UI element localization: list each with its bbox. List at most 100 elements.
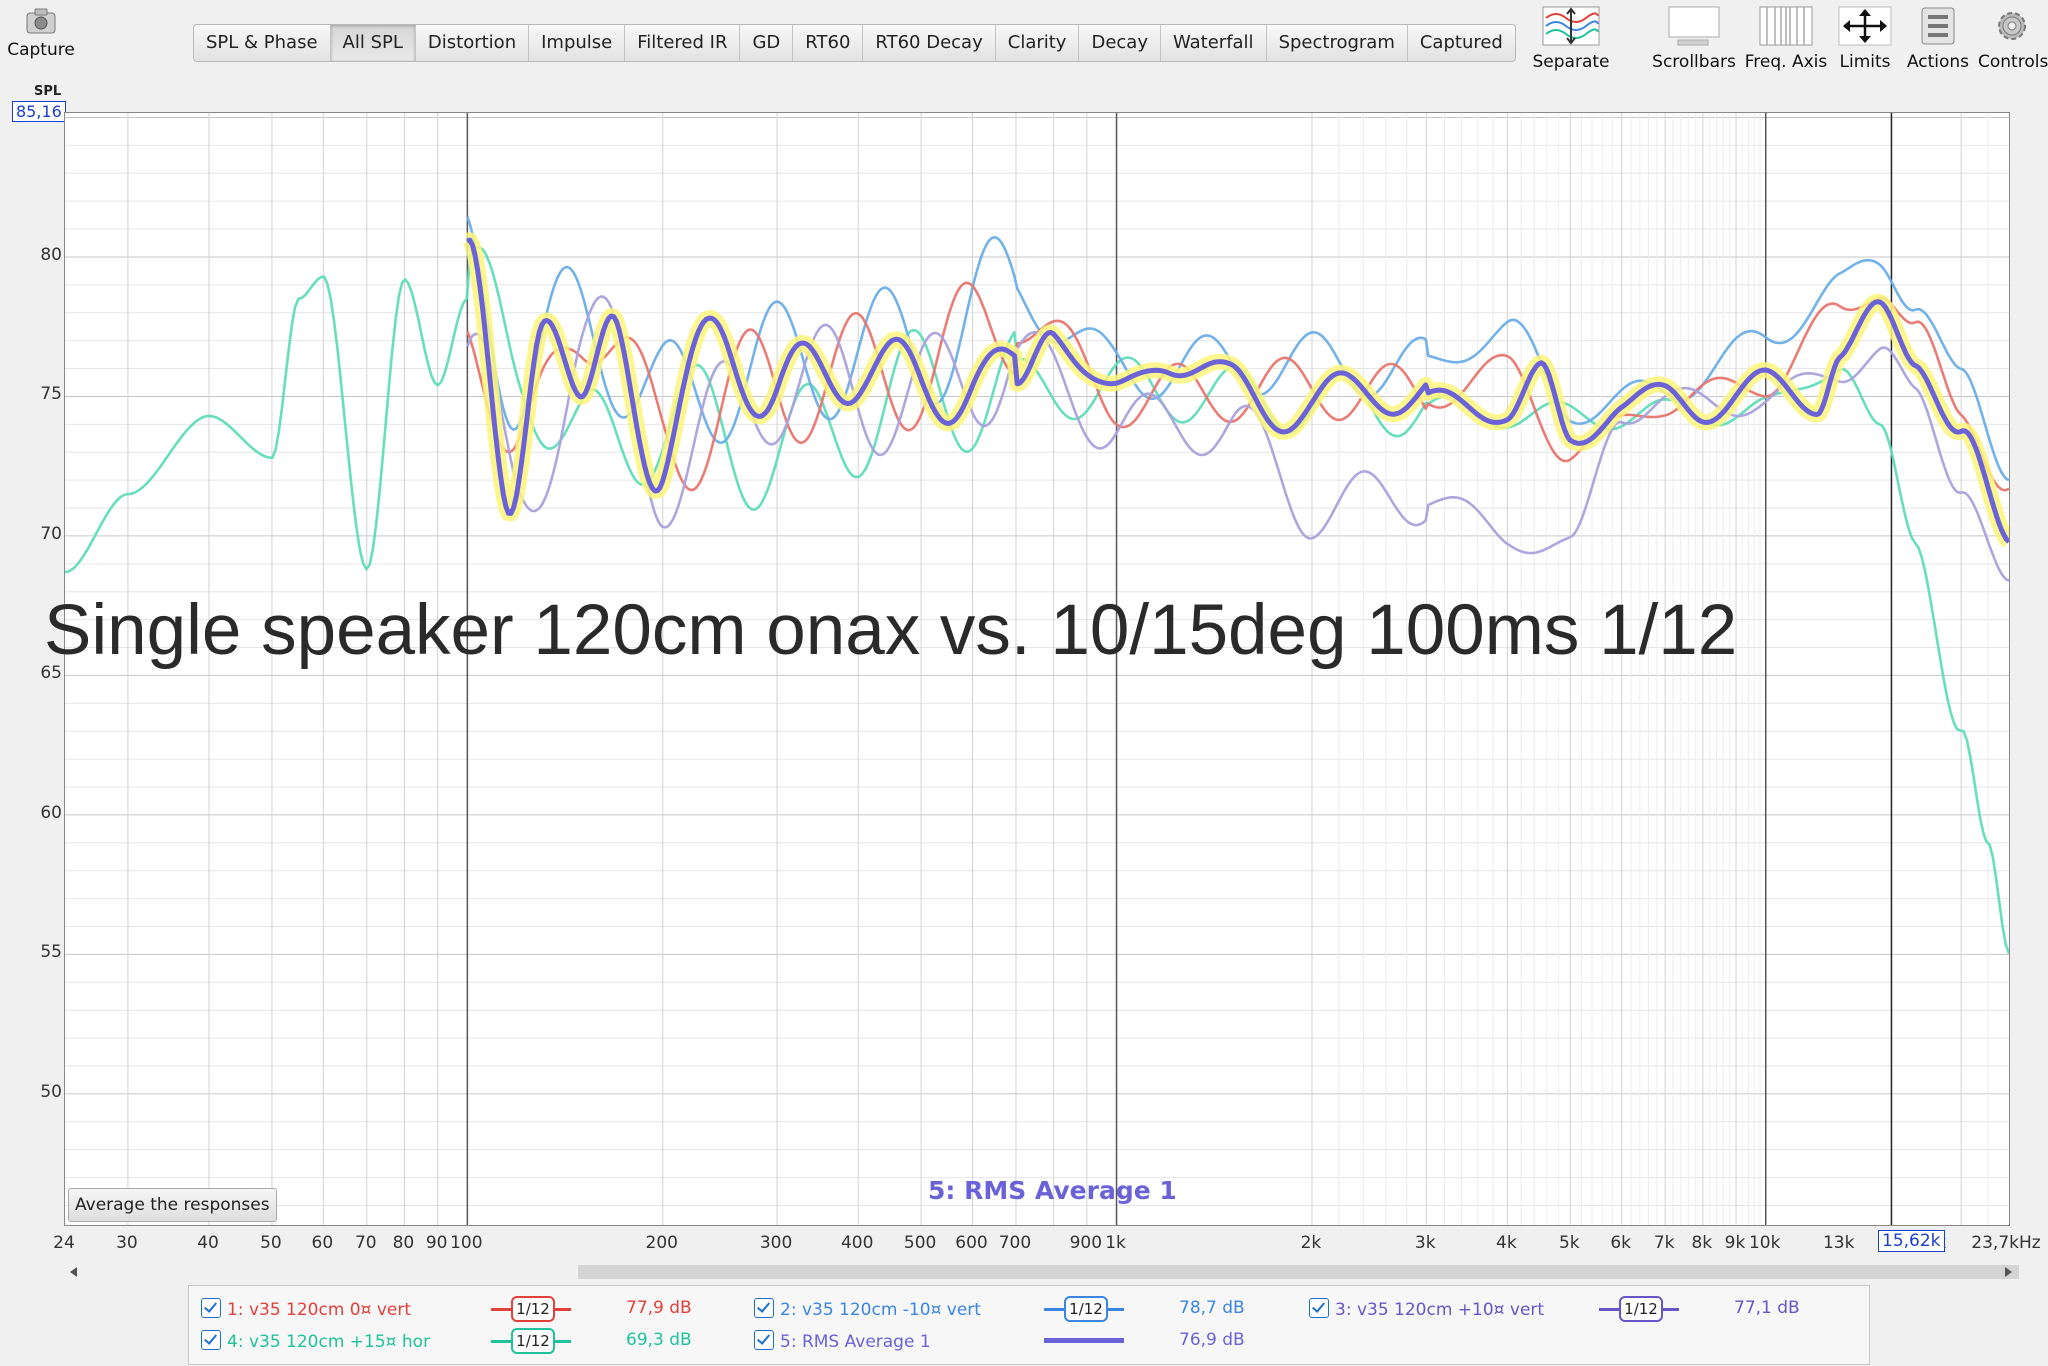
tab-rt60-decay[interactable]: RT60 Decay [863, 25, 996, 61]
x-tick-label: 400 [840, 1233, 874, 1253]
tab-spl-phase[interactable]: SPL & Phase [194, 25, 331, 61]
x-tick-label: 700 [998, 1233, 1032, 1253]
tab-decay[interactable]: Decay [1079, 25, 1161, 61]
smoothing-indicator[interactable]: 1/12 [1044, 1296, 1124, 1322]
scrollbars-label: Scrollbars [1652, 52, 1736, 72]
scrollbar-thumb[interactable] [578, 1265, 2022, 1279]
freq-axis-button[interactable]: Freq. Axis [1744, 6, 1828, 72]
scrollbars-icon [1668, 6, 1720, 46]
x-tick-label: 7k [1653, 1233, 1675, 1253]
y-tick-label: 80 [40, 244, 62, 265]
tab-clarity[interactable]: Clarity [995, 25, 1080, 61]
legend-checkbox[interactable] [1309, 1298, 1329, 1318]
smoothing-box: 1/12 [1619, 1296, 1663, 1322]
legend-checkbox[interactable] [754, 1298, 774, 1318]
legend-item[interactable]: 3: v35 120cm +10¤ vert [1309, 1298, 1544, 1320]
legend-checkbox[interactable] [201, 1330, 221, 1350]
actions-menu-icon [1921, 7, 1955, 45]
tab-all-spl[interactable]: All SPL [330, 25, 416, 61]
x-tick-label: 90 [425, 1233, 448, 1253]
legend-label: 5: RMS Average 1 [780, 1332, 931, 1352]
legend-item[interactable]: 5: RMS Average 1 [754, 1330, 931, 1352]
x-tick-label: 3k [1414, 1233, 1436, 1253]
tab-spectrogram[interactable]: Spectrogram [1266, 25, 1408, 61]
smoothing-indicator[interactable]: 1/12 [491, 1296, 571, 1322]
scrollbars-button[interactable]: Scrollbars [1650, 6, 1738, 72]
x-tick-label: 200 [645, 1233, 678, 1253]
limits-label: Limits [1839, 52, 1891, 72]
legend-panel: 1: v35 120cm 0¤ vert 1/12 77,9 dB 2: v35 12… [188, 1285, 1870, 1365]
smoothing-box: 1/12 [511, 1328, 555, 1354]
actions-button[interactable]: Actions [1900, 6, 1976, 72]
x-tick-label: 9k [1724, 1233, 1746, 1253]
x-tick-label: 30 [116, 1233, 138, 1253]
x-tick-label: 50 [260, 1233, 282, 1253]
freq-axis-label: Freq. Axis [1744, 52, 1828, 72]
gear-icon [1998, 12, 2026, 40]
capture-label: Capture [7, 40, 75, 60]
legend-value: 76,9 dB [1179, 1330, 1245, 1350]
tab-impulse[interactable]: Impulse [529, 25, 626, 61]
tab-waterfall[interactable]: Waterfall [1160, 25, 1267, 61]
x-tick-label: 24 [53, 1233, 75, 1253]
tab-captured[interactable]: Captured [1407, 25, 1515, 61]
y-tick-label: 75 [40, 384, 62, 405]
capture-button[interactable]: Capture [6, 8, 76, 60]
legend-checkbox[interactable] [201, 1298, 221, 1318]
y-tick-label: 60 [40, 802, 62, 823]
legend-value: 69,3 dB [626, 1330, 692, 1350]
x-tick-label: 900 [1069, 1233, 1103, 1253]
tab-rt60[interactable]: RT60 [793, 25, 864, 61]
overlay-title: Single speaker 120cm onax vs. 10/15deg 1… [44, 591, 1738, 670]
x-tick-label: 8k [1691, 1233, 1713, 1253]
smoothing-box: 1/12 [1064, 1296, 1108, 1322]
legend-item[interactable]: 4: v35 120cm +15¤ hor [201, 1330, 430, 1352]
smoothing-indicator[interactable] [1044, 1328, 1124, 1354]
x-tick-label: 5k [1558, 1233, 1580, 1253]
x-tick-label: 80 [392, 1233, 415, 1253]
controls-label: Controls [1978, 52, 2048, 72]
separate-traces-icon [1542, 6, 1600, 46]
average-responses-button[interactable]: Average the responses [68, 1188, 277, 1222]
x-tick-label: 70 [354, 1233, 377, 1253]
legend-label: 2: v35 120cm -10¤ vert [780, 1300, 981, 1320]
legend-checkbox[interactable] [754, 1330, 774, 1350]
y-tick-label: 55 [40, 942, 62, 963]
legend-item[interactable]: 2: v35 120cm -10¤ vert [754, 1298, 981, 1320]
x-tick-label: 13k [1822, 1233, 1855, 1253]
smoothing-box: 1/12 [511, 1296, 555, 1322]
x-tick-label: 100 [450, 1233, 483, 1253]
controls-button[interactable]: Controls [1978, 6, 2048, 72]
x-tick-label: 6k [1610, 1233, 1632, 1253]
tab-filtered-ir[interactable]: Filtered IR [625, 25, 741, 61]
legend-value: 77,1 dB [1734, 1298, 1800, 1318]
legend-label: 3: v35 120cm +10¤ vert [1335, 1300, 1545, 1320]
smoothing-indicator[interactable]: 1/12 [491, 1328, 571, 1354]
y-top-readout[interactable]: 85,16 [12, 101, 66, 122]
rms-average-label: 5: RMS Average 1 [928, 1176, 1177, 1205]
legend-value: 78,7 dB [1179, 1298, 1245, 1318]
scroll-left-icon[interactable] [70, 1267, 77, 1277]
tab-distortion[interactable]: Distortion [415, 25, 530, 61]
graph-tabs: SPL & Phase All SPL Distortion Impulse Filte… [193, 24, 1516, 62]
x-tick-label: 60 [311, 1233, 334, 1253]
tab-gd[interactable]: GD [740, 25, 794, 61]
x-tick-label: 40 [197, 1233, 219, 1253]
legend-item[interactable]: 1: v35 120cm 0¤ vert [201, 1298, 411, 1320]
y-axis-label: SPL [34, 84, 62, 99]
smoothing-indicator[interactable]: 1/12 [1599, 1296, 1679, 1322]
limits-button[interactable]: Limits [1832, 6, 1898, 72]
y-tick-label: 70 [40, 523, 62, 544]
limits-arrows-icon [1838, 6, 1892, 46]
horizontal-scrollbar[interactable] [64, 1262, 2022, 1282]
freq-axis-icon [1759, 6, 1813, 46]
separate-label: Separate [1532, 52, 1610, 72]
actions-label: Actions [1906, 52, 1970, 72]
x-tick-label: 4k [1496, 1233, 1517, 1253]
cursor-frequency-readout[interactable]: 15,62k [1878, 1230, 1945, 1252]
x-tick-label: 300 [759, 1233, 793, 1253]
legend-value: 77,9 dB [626, 1298, 692, 1318]
separate-button[interactable]: Separate [1528, 6, 1614, 72]
x-tick-label: 600 [955, 1233, 988, 1253]
legend-label: 1: v35 120cm 0¤ vert [227, 1300, 412, 1320]
